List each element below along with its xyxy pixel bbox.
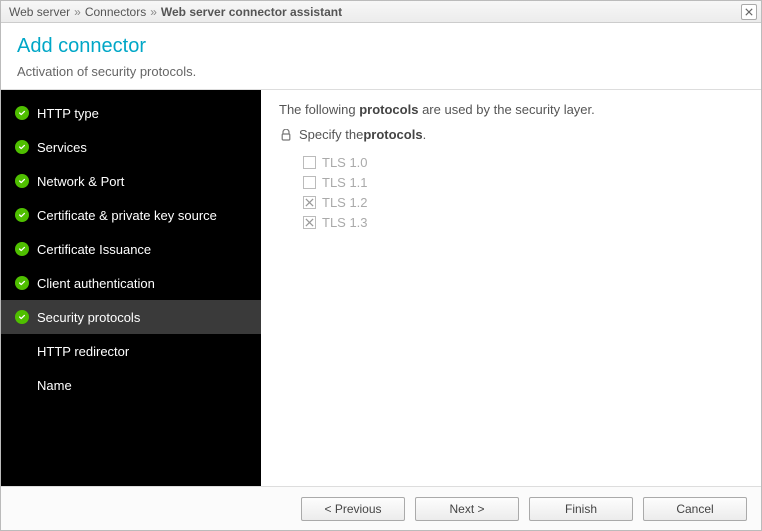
- specify-line: Specify the protocols.: [279, 127, 743, 142]
- sidebar-item-certificate-issuance[interactable]: Certificate Issuance: [1, 232, 261, 266]
- protocol-option-label: TLS 1.3: [322, 215, 368, 230]
- sidebar-item-http-type[interactable]: HTTP type: [1, 96, 261, 130]
- lock-icon: [279, 129, 293, 141]
- sidebar-item-label: Name: [37, 378, 72, 393]
- check-circle-icon: [13, 310, 31, 324]
- content: The following protocols are used by the …: [261, 90, 761, 486]
- breadcrumb-c: Web server connector assistant: [161, 5, 342, 19]
- finish-button[interactable]: Finish: [529, 497, 633, 521]
- sidebar-item-client-authentication[interactable]: Client authentication: [1, 266, 261, 300]
- intro-line: The following protocols are used by the …: [279, 102, 743, 117]
- close-button[interactable]: [741, 4, 757, 20]
- sidebar-item-label: Services: [37, 140, 87, 155]
- sidebar-item-label: Security protocols: [37, 310, 140, 325]
- close-icon: [745, 8, 753, 16]
- intro-c: are used by the security layer.: [418, 102, 594, 117]
- breadcrumb-a: Web server: [9, 5, 70, 19]
- footer: < Previous Next > Finish Cancel: [1, 486, 761, 530]
- check-circle-icon: [13, 242, 31, 256]
- sidebar-item-services[interactable]: Services: [1, 130, 261, 164]
- protocol-option-tls-1-3[interactable]: TLS 1.3: [303, 212, 743, 232]
- sidebar: HTTP type Services Network & Port Certifica…: [1, 90, 261, 486]
- protocol-option-label: TLS 1.0: [322, 155, 368, 170]
- protocol-option-tls-1-1[interactable]: TLS 1.1: [303, 172, 743, 192]
- header: Add connector Activation of security pro…: [1, 23, 761, 90]
- cancel-button[interactable]: Cancel: [643, 497, 747, 521]
- sidebar-item-label: HTTP redirector: [37, 344, 129, 359]
- titlebar: Web server » Connectors » Web server con…: [1, 1, 761, 23]
- body: HTTP type Services Network & Port Certifica…: [1, 90, 761, 486]
- spec-c: .: [423, 127, 427, 142]
- page-title: Add connector: [17, 35, 745, 58]
- spec-a: Specify the: [299, 127, 363, 142]
- breadcrumb-b: Connectors: [85, 5, 146, 19]
- protocol-option-tls-1-2[interactable]: TLS 1.2: [303, 192, 743, 212]
- checkbox-icon: [303, 216, 316, 229]
- intro-a: The following: [279, 102, 359, 117]
- sidebar-item-label: Certificate Issuance: [37, 242, 151, 257]
- protocol-list: TLS 1.0 TLS 1.1 TLS 1.2 TLS 1.3: [303, 152, 743, 232]
- check-circle-icon: [13, 106, 31, 120]
- check-circle-icon: [13, 276, 31, 290]
- protocol-option-tls-1-0[interactable]: TLS 1.0: [303, 152, 743, 172]
- next-button[interactable]: Next >: [415, 497, 519, 521]
- previous-button[interactable]: < Previous: [301, 497, 405, 521]
- sidebar-item-label: Certificate & private key source: [37, 208, 217, 223]
- check-circle-icon: [13, 208, 31, 222]
- sidebar-item-label: Client authentication: [37, 276, 155, 291]
- check-circle-icon: [13, 174, 31, 188]
- sidebar-item-label: Network & Port: [37, 174, 124, 189]
- sidebar-item-label: HTTP type: [37, 106, 99, 121]
- sidebar-item-name[interactable]: Name: [1, 368, 261, 402]
- breadcrumb-sep: »: [150, 5, 157, 19]
- sidebar-item-network-port[interactable]: Network & Port: [1, 164, 261, 198]
- protocol-option-label: TLS 1.2: [322, 195, 368, 210]
- breadcrumb-sep: »: [74, 5, 81, 19]
- intro-b: protocols: [359, 102, 418, 117]
- checkbox-icon: [303, 196, 316, 209]
- wizard-window: Web server » Connectors » Web server con…: [0, 0, 762, 531]
- protocol-option-label: TLS 1.1: [322, 175, 368, 190]
- check-circle-icon: [13, 140, 31, 154]
- page-subtitle: Activation of security protocols.: [17, 64, 745, 79]
- sidebar-item-security-protocols[interactable]: Security protocols: [1, 300, 261, 334]
- checkbox-icon: [303, 156, 316, 169]
- checkbox-icon: [303, 176, 316, 189]
- sidebar-item-http-redirector[interactable]: HTTP redirector: [1, 334, 261, 368]
- spec-b: protocols: [363, 127, 422, 142]
- sidebar-item-certificate-private-key-source[interactable]: Certificate & private key source: [1, 198, 261, 232]
